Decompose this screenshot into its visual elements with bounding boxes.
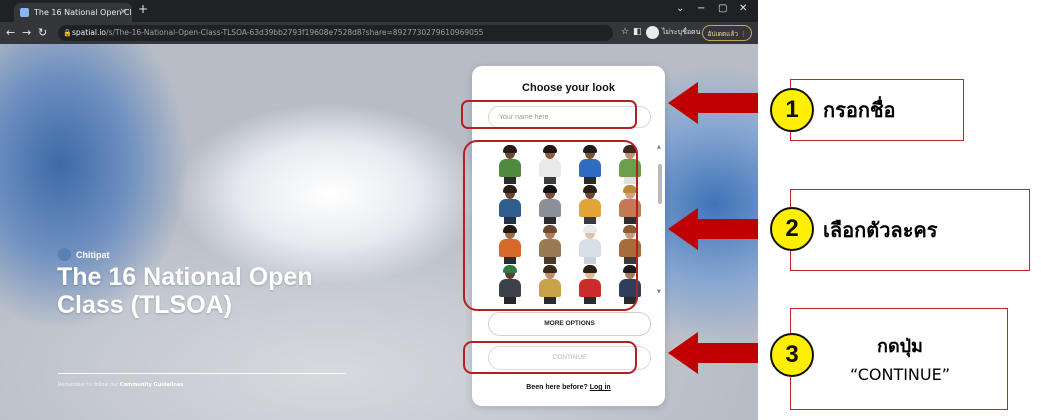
favicon-icon (20, 8, 29, 17)
highlight-avatar-grid (463, 140, 638, 311)
callout-step1: กรอกชื่อ (790, 79, 964, 141)
callout-step3: กดปุ่ม “CONTINUE” (790, 308, 1008, 410)
url-host: spatial.io (72, 28, 107, 37)
step2-badge: 2 (770, 207, 814, 251)
panel-title: Choose your look (522, 82, 615, 94)
arrow-left-icon (668, 208, 758, 250)
minimize-icon[interactable]: ⌄ (676, 3, 684, 14)
close-window-icon[interactable]: ✕ (739, 3, 747, 14)
guidelines-note: Remember to follow our Community Guideli… (58, 382, 183, 388)
step3-label-line2: “CONTINUE” (849, 365, 951, 384)
log-in-link[interactable]: Log in (590, 384, 611, 391)
lock-icon: 🔒 (63, 29, 72, 37)
guidelines-link[interactable]: Community Guidelines (120, 382, 183, 388)
scrollbar-thumb[interactable] (658, 164, 662, 204)
arrow-left-icon (668, 332, 758, 374)
scroll-up-icon[interactable]: ▲ (657, 144, 661, 150)
step3-badge: 3 (770, 333, 814, 377)
arrow-left-icon (668, 82, 758, 124)
back-icon[interactable]: ← (6, 26, 15, 39)
tab-title: The 16 National Open Class (TLS (34, 8, 132, 17)
step1-badge: 1 (770, 88, 814, 132)
profile-label: ไม่ระบุชื่อตน (662, 28, 701, 36)
url-field[interactable]: 🔒 spatial.io/s/The-16-National-Open-Clas… (58, 25, 613, 41)
new-tab-button[interactable]: + (138, 2, 148, 16)
step3-label-line1: กดปุ่ม (877, 336, 923, 357)
reload-icon[interactable]: ↻ (38, 26, 47, 39)
update-button[interactable]: อัปเดตแล้ว ⋮ (702, 25, 752, 41)
returning-user-row: Been here before? Log in (472, 384, 665, 391)
host-avatar (58, 248, 71, 261)
forward-icon[interactable]: → (22, 26, 31, 39)
tab-close-icon[interactable]: × (119, 3, 127, 22)
step2-label: เลือกตัวละคร (823, 218, 938, 242)
url-path: /s/The-16-National-Open-Class-TLSOA-63d3… (106, 28, 484, 37)
guidelines-prefix: Remember to follow our (58, 382, 119, 388)
minimize-window-icon[interactable]: − (697, 3, 705, 14)
browser-screenshot: The 16 National Open Class (TLS × + ⌄ − … (0, 0, 758, 420)
avatar-scrollbar[interactable]: ▲ ▼ (657, 144, 662, 296)
room-title: The 16 National Open Class (TLSOA) (57, 263, 313, 319)
host-name: Chitipat (76, 249, 110, 260)
browser-tab[interactable]: The 16 National Open Class (TLS × (14, 3, 132, 22)
highlight-continue (463, 341, 637, 374)
profile-avatar-icon[interactable] (646, 26, 659, 39)
scroll-down-icon[interactable]: ▼ (657, 289, 661, 295)
bookmark-star-icon[interactable]: ☆ (621, 27, 629, 37)
been-here-text: Been here before? (526, 384, 588, 391)
step1-label: กรอกชื่อ (823, 98, 896, 122)
more-options-button[interactable]: MORE OPTIONS (488, 312, 651, 336)
address-bar-row: ← → ↻ 🔒 spatial.io/s/The-16-National-Ope… (0, 22, 758, 44)
maximize-icon[interactable]: ▢ (718, 3, 727, 14)
tab-bar: The 16 National Open Class (TLS × + ⌄ − … (0, 0, 758, 22)
highlight-name-input (461, 100, 637, 129)
callout-step2: เลือกตัวละคร (790, 189, 1030, 271)
sidebar-icon[interactable]: ◧ (633, 27, 642, 37)
divider (58, 373, 346, 374)
host-row: Chitipat (58, 248, 110, 261)
